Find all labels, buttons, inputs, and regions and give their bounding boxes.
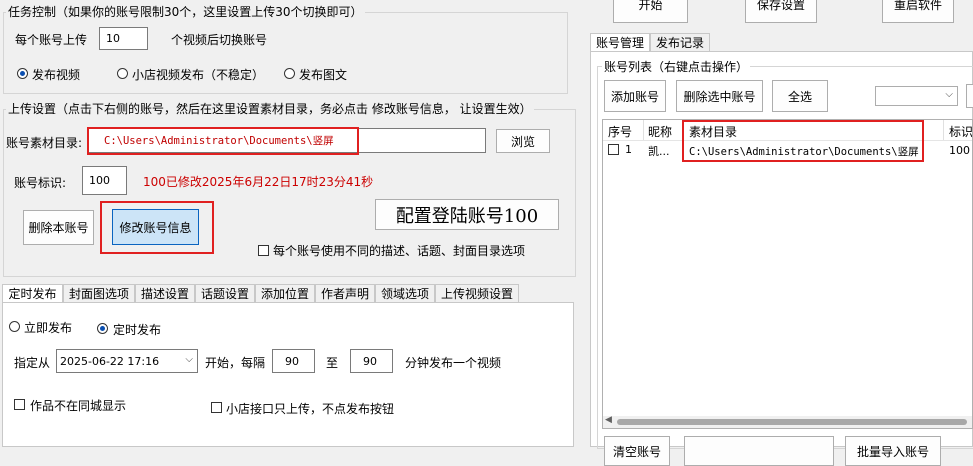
tab-account-management[interactable]: 账号管理 [590,33,650,51]
bottom-tab-bar: 定时发布 封面图选项 描述设置 话题设置 添加位置 作者声明 领域选项 上传视频… [2,284,574,303]
extra-button[interactable] [966,84,973,108]
delete-account-button[interactable]: 删除本账号 [23,210,94,245]
radio-publish-image[interactable] [284,68,295,79]
tab-upload-video[interactable]: 上传视频设置 [435,284,519,302]
select-all-button[interactable]: 全选 [772,80,828,112]
save-settings-button[interactable]: 保存设置 [745,0,817,23]
interval-to-input[interactable]: 90 [350,349,393,373]
row-checkbox[interactable] [608,144,619,155]
scrollbar-thumb[interactable] [617,419,967,425]
diff-options-label: 每个账号使用不同的描述、话题、封面目录选项 [273,244,526,258]
tab-location[interactable]: 添加位置 [255,284,315,302]
browse-button[interactable]: 浏览 [496,129,550,153]
restart-button[interactable]: 重启软件 [882,0,954,23]
shop-only-checkbox[interactable] [211,402,222,413]
upload-settings-title: 上传设置（点击下右侧的账号，然后在这里设置素材目录，务必点击 修改账号信息， 让… [6,100,534,117]
no-same-city-checkbox[interactable] [14,399,25,410]
modify-account-highlight [100,201,214,254]
modified-note: 100已修改2025年6月22日17时23分41秒 [143,175,374,189]
task-control-title: 任务控制（如果你的账号限制30个，这里设置上传30个切换即可） [6,3,365,20]
per-account-label: 每个账号上传 [15,33,88,47]
col-id-header[interactable]: 标识 [949,123,972,140]
tab-domain[interactable]: 领域选项 [375,284,435,302]
start-button[interactable]: 开始 [613,0,688,23]
radio-publish-scheduled[interactable] [97,323,108,334]
datetime-picker[interactable]: 2025-06-22 17:16 ⌵ [56,349,198,373]
material-dir-label: 账号素材目录: [6,136,83,150]
tab-schedule[interactable]: 定时发布 [2,284,63,302]
no-same-city-label: 作品不在同城显示 [30,399,127,413]
batch-import-button[interactable]: 批量导入账号 [845,436,941,466]
add-account-button[interactable]: 添加账号 [604,80,666,112]
right-tab-bar: 账号管理 发布记录 [590,33,973,52]
radio-publish-now[interactable] [9,321,20,332]
radio-publish-now-label: 立即发布 [24,321,73,335]
tab-topics[interactable]: 话题设置 [195,284,255,302]
tab-publish-records[interactable]: 发布记录 [650,33,710,51]
filter-dropdown[interactable]: ⌵ [875,86,958,106]
middle-bottom-button[interactable] [684,436,834,466]
row-id: 100 [949,144,970,157]
material-dir-highlight [87,127,359,155]
horizontal-scrollbar[interactable]: ◀ [603,415,972,428]
radio-shop-video-label: 小店视频发布（不稳定） [132,68,265,82]
start-interval-label: 开始，每隔 [205,356,266,370]
account-table: 序号 昵称 素材目录 标识 1 凯... C:\Users\Administra… [602,119,973,429]
config-login-button[interactable]: 配置登陆账号100 [375,199,559,230]
account-id-label: 账号标识: [14,176,67,190]
interval-from-input[interactable]: 90 [272,349,315,373]
row-index: 1 [625,143,632,156]
tab-cover[interactable]: 封面图选项 [63,284,135,302]
col-divider [943,120,944,140]
col-index-header[interactable]: 序号 [608,123,632,140]
per-account-input[interactable]: 10 [99,27,148,50]
tab-panel [2,302,574,447]
tab-author-statement[interactable]: 作者声明 [315,284,375,302]
radio-publish-image-label: 发布图文 [299,68,348,82]
diff-options-checkbox[interactable] [258,245,269,256]
dir-column-highlight [682,120,924,162]
datetime-value: 2025-06-22 17:16 [60,354,160,368]
minutes-label: 分钟发布一个视频 [405,356,502,370]
task-control-group [3,12,568,94]
clear-accounts-button[interactable]: 清空账号 [604,436,670,466]
switch-account-label: 个视频后切换账号 [171,33,268,47]
specify-from-label: 指定从 [14,356,51,370]
radio-shop-video[interactable] [117,68,128,79]
delete-selected-button[interactable]: 删除选中账号 [676,80,763,112]
chevron-down-icon[interactable]: ⌵ [945,89,953,100]
col-divider [643,120,644,140]
account-list-title: 账号列表（右键点击操作） [602,58,751,75]
shop-only-label: 小店接口只上传，不点发布按钮 [226,402,395,416]
scroll-left-icon[interactable]: ◀ [605,415,612,425]
col-nickname-header[interactable]: 昵称 [648,123,672,140]
to-label: 至 [326,356,339,370]
radio-publish-video[interactable] [17,68,28,79]
radio-publish-video-label: 发布视频 [32,68,81,82]
radio-publish-scheduled-label: 定时发布 [113,323,162,337]
row-nickname: 凯... [648,145,670,158]
account-id-input[interactable]: 100 [82,166,127,195]
chevron-down-icon[interactable]: ⌵ [185,354,193,365]
tab-description[interactable]: 描述设置 [135,284,195,302]
